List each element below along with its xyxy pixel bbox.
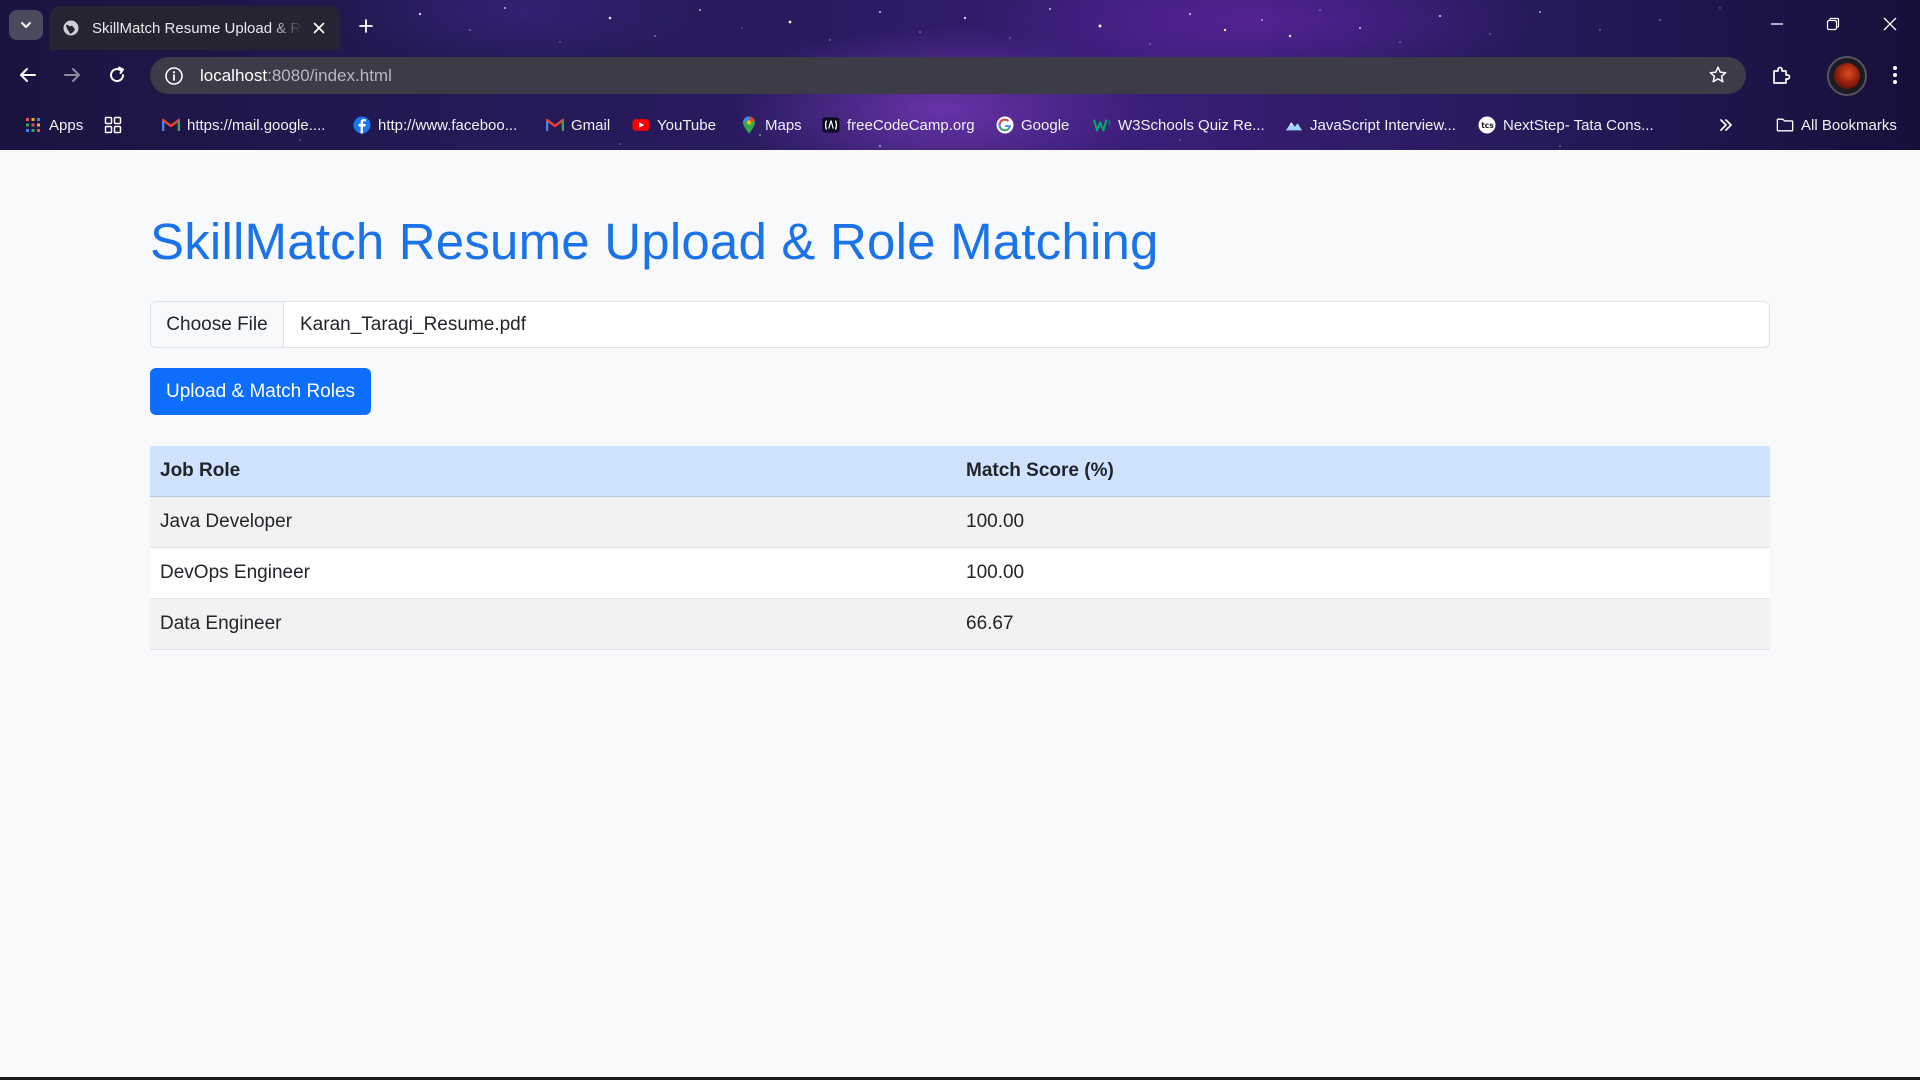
forward-button[interactable] (56, 59, 88, 91)
column-header-job-role: Job Role (150, 446, 956, 497)
bookmark-maps[interactable]: Maps (740, 112, 802, 138)
globe-icon (62, 19, 80, 37)
all-bookmarks-folder[interactable]: All Bookmarks (1776, 112, 1897, 138)
bookmark-tab-groups[interactable] (104, 112, 129, 138)
site-info-icon[interactable] (162, 64, 186, 88)
bookmark-apps[interactable]: Apps (24, 112, 83, 138)
bookmark-gmail[interactable]: Gmail (546, 112, 610, 138)
svg-text:tcs: tcs (1481, 121, 1494, 130)
extensions-button[interactable] (1766, 60, 1796, 90)
resume-file-input[interactable]: Choose File Karan_Taragi_Resume.pdf (150, 301, 1770, 348)
url-host: localhost (200, 65, 268, 85)
profile-avatar[interactable] (1827, 56, 1867, 96)
folder-icon (1776, 116, 1794, 134)
table-row: DevOps Engineer 100.00 (150, 547, 1770, 599)
tab-search-button[interactable] (9, 10, 43, 40)
page-content: SkillMatch Resume Upload & Role Matching… (0, 150, 1920, 1080)
match-score-cell: 66.67 (956, 598, 1770, 650)
column-header-match-score: Match Score (%) (956, 446, 1770, 497)
svg-text:3: 3 (1107, 120, 1111, 127)
browser-chrome: SkillMatch Resume Upload & Role Matching (0, 0, 1920, 150)
bookmark-label: W3Schools Quiz Re... (1118, 116, 1265, 134)
tab-groups-icon (104, 116, 122, 134)
table-row: Java Developer 100.00 (150, 496, 1770, 548)
reload-icon (110, 66, 125, 83)
tab-title: SkillMatch Resume Upload & Role Matching (92, 19, 302, 37)
tab-strip: SkillMatch Resume Upload & Role Matching (0, 0, 1920, 50)
bookmark-label: YouTube (657, 116, 716, 134)
bookmark-facebook[interactable]: http://www.faceboo... (353, 112, 517, 138)
bookmarks-overflow-button[interactable] (1717, 112, 1742, 138)
browser-toolbar: localhost:8080/index.html (0, 50, 1920, 100)
bookmark-freecodecamp[interactable]: freeCodeCamp.org (822, 112, 975, 138)
freecodecamp-icon (822, 116, 840, 134)
active-tab[interactable]: SkillMatch Resume Upload & Role Matching (50, 6, 340, 50)
table-row: Data Engineer 66.67 (150, 598, 1770, 650)
maps-pin-icon (740, 116, 758, 134)
bookmark-google[interactable]: Google (996, 112, 1069, 138)
bookmark-youtube[interactable]: YouTube (632, 112, 716, 138)
job-role-cell: Data Engineer (150, 598, 956, 650)
close-icon (1883, 17, 1897, 31)
gmail-icon (162, 116, 180, 134)
match-score-cell: 100.00 (956, 496, 1770, 548)
mountain-icon (1285, 116, 1303, 134)
bookmark-label: freeCodeCamp.org (847, 116, 975, 134)
url-path: :8080/index.html (267, 65, 392, 85)
more-vertical-icon (1893, 66, 1897, 84)
bookmark-javascript-interview[interactable]: JavaScript Interview... (1285, 112, 1456, 138)
bookmark-mail-google[interactable]: https://mail.google.... (162, 112, 325, 138)
page-title: SkillMatch Resume Upload & Role Matching (150, 213, 1159, 270)
plus-icon (359, 19, 373, 33)
match-score-cell: 100.00 (956, 547, 1770, 599)
bookmark-w3schools[interactable]: 3 W3Schools Quiz Re... (1093, 112, 1265, 138)
tcs-icon: tcs (1478, 116, 1496, 134)
bookmark-label: Google (1021, 116, 1070, 134)
job-role-cell: DevOps Engineer (150, 547, 956, 599)
bookmark-label: https://mail.google.... (187, 116, 326, 134)
avatar-image (1834, 63, 1860, 89)
selected-file-name: Karan_Taragi_Resume.pdf (300, 313, 527, 335)
bookmarks-bar: Apps https://mail.google.... http://www.… (0, 104, 1920, 146)
apps-grid-icon (24, 116, 42, 134)
all-bookmarks-label: All Bookmarks (1801, 116, 1897, 134)
bookmark-label: NextStep- Tata Cons... (1503, 116, 1654, 134)
bookmark-label: Apps (49, 116, 84, 134)
puzzle-icon (1773, 66, 1791, 84)
upload-match-button[interactable]: Upload & Match Roles (150, 368, 372, 415)
arrow-right-icon (64, 68, 80, 82)
bookmark-label: Maps (765, 116, 802, 134)
restore-icon (1826, 17, 1840, 31)
bookmark-label: Gmail (571, 116, 611, 134)
bookmark-label: http://www.faceboo... (378, 116, 518, 134)
job-role-cell: Java Developer (150, 496, 956, 548)
close-tab-icon[interactable] (308, 17, 330, 39)
double-chevron-right-icon (1717, 116, 1735, 134)
minimize-icon (1771, 23, 1783, 25)
restore-button[interactable] (1813, 8, 1853, 40)
gmail-icon (546, 116, 564, 134)
google-icon (996, 116, 1014, 134)
arrow-left-icon (20, 68, 36, 82)
browser-menu-button[interactable] (1880, 60, 1910, 90)
w3schools-icon: 3 (1093, 116, 1111, 134)
close-window-button[interactable] (1870, 8, 1910, 40)
reload-button[interactable] (101, 59, 133, 91)
chevron-down-icon (21, 22, 31, 28)
minimize-button[interactable] (1757, 8, 1797, 40)
bookmark-nextstep-tcs[interactable]: tcs NextStep- Tata Cons... (1478, 112, 1654, 138)
address-bar[interactable]: localhost:8080/index.html (150, 57, 1746, 94)
new-tab-button[interactable] (352, 12, 380, 40)
choose-file-button[interactable]: Choose File (151, 302, 284, 347)
facebook-icon (353, 116, 371, 134)
address-url: localhost:8080/index.html (200, 66, 392, 86)
back-button[interactable] (12, 59, 44, 91)
table-header-row: Job Role Match Score (%) (150, 446, 1770, 497)
bookmark-star-icon[interactable] (1706, 63, 1730, 87)
bookmark-label: JavaScript Interview... (1310, 116, 1456, 134)
youtube-icon (632, 116, 650, 134)
role-match-table: Job Role Match Score (%) Java Developer … (150, 446, 1770, 650)
